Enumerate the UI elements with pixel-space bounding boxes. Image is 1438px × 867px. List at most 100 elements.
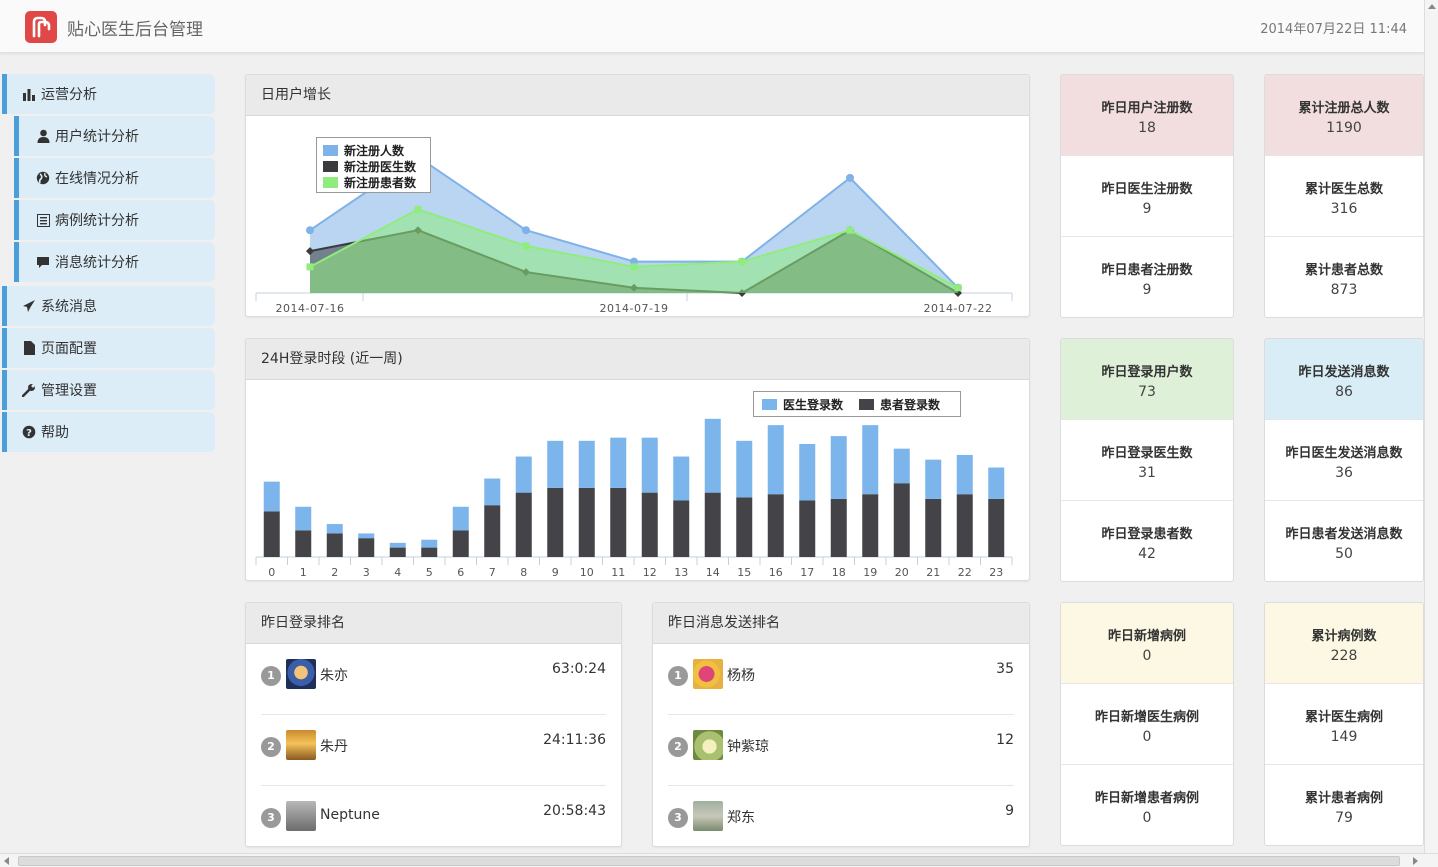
- sidebar-item-operations-analysis[interactable]: 运营分析: [2, 74, 215, 114]
- sidebar-item-page-config[interactable]: 页面配置: [2, 328, 215, 368]
- vertical-scrollbar[interactable]: [1424, 0, 1438, 853]
- sidebar-item-label: 在线情况分析: [55, 171, 139, 187]
- sidebar-item-label: 病例统计分析: [55, 213, 139, 229]
- legend-item[interactable]: 新注册人数: [323, 142, 424, 158]
- stat-card: 昨日发送消息数 86: [1265, 339, 1423, 420]
- stat-value: 36: [1335, 465, 1353, 481]
- stat-card: 昨日患者发送消息数 50: [1265, 501, 1423, 581]
- stat-card: 累计注册总人数 1190: [1265, 75, 1423, 156]
- legend-item[interactable]: 新注册患者数: [323, 174, 424, 190]
- stat-label: 累计患者病例: [1304, 791, 1383, 806]
- rank-name: 杨杨: [727, 668, 755, 684]
- rank-name: Neptune: [320, 807, 380, 823]
- x-tick-label: 6: [457, 566, 464, 579]
- rank-badge: 1: [261, 666, 281, 686]
- sidebar-item-admin-settings[interactable]: 管理设置: [2, 370, 215, 410]
- stat-label: 昨日患者发送消息数: [1285, 527, 1403, 542]
- x-tick-label: 11: [611, 566, 625, 579]
- stat-label: 累计患者总数: [1304, 263, 1383, 278]
- list-icon: [35, 212, 51, 228]
- sidebar-item-system-messages[interactable]: 系统消息: [2, 286, 215, 326]
- legend-item[interactable]: 医生登录数: [762, 396, 843, 412]
- x-tick-label: 15: [737, 566, 751, 579]
- app-title: 贴心医生后台管理: [67, 20, 203, 40]
- bar-patient-logins: [956, 494, 973, 557]
- bar-doctor-logins: [893, 448, 910, 484]
- sidebar-item-online-stats[interactable]: 在线情况分析: [14, 158, 215, 198]
- x-tick-label: 13: [674, 566, 688, 579]
- bar-doctor-logins: [767, 425, 784, 495]
- rank-row[interactable]: 1 朱亦 63:0:24: [261, 644, 606, 715]
- app-logo-icon[interactable]: [25, 11, 57, 43]
- stat-value: 873: [1330, 282, 1358, 298]
- stat-card: 昨日登录患者数 42: [1061, 501, 1233, 581]
- stat-label: 昨日医生发送消息数: [1285, 446, 1403, 461]
- globe-icon: [35, 170, 51, 186]
- x-tick-label: 1: [300, 566, 307, 579]
- stat-value: 316: [1330, 201, 1358, 217]
- send-icon: [21, 298, 37, 314]
- case-stats-total: 累计病例数 228 累计医生病例 149 累计患者病例 79: [1264, 602, 1424, 846]
- legend-swatch: [762, 398, 777, 410]
- stat-card: 累计患者总数 873: [1265, 237, 1423, 317]
- stat-label: 累计医生总数: [1304, 182, 1383, 197]
- sidebar-item-label: 系统消息: [41, 299, 97, 315]
- data-point: [306, 226, 314, 235]
- rank-row[interactable]: 1 杨杨 35: [668, 644, 1014, 715]
- panel-title: 昨日登录排名: [246, 603, 621, 644]
- horizontal-scrollbar[interactable]: [0, 853, 1438, 867]
- rank-value: 9: [1005, 803, 1014, 819]
- x-tick-label: 21: [926, 566, 940, 579]
- bar-patient-logins: [295, 530, 312, 557]
- bar-doctor-logins: [484, 478, 501, 506]
- rank-row[interactable]: 2 朱丹 24:11:36: [261, 715, 606, 786]
- bar-doctor-logins: [263, 481, 280, 512]
- scroll-thumb[interactable]: [18, 856, 1400, 866]
- scroll-right-arrow-icon[interactable]: [1413, 857, 1418, 865]
- bar-doctor-logins: [389, 542, 406, 548]
- scroll-up-arrow-icon[interactable]: [1428, 4, 1436, 9]
- legend-item[interactable]: 患者登录数: [859, 396, 940, 412]
- current-datetime: 2014年07月22日 11:44: [1260, 22, 1407, 37]
- stat-label: 累计注册总人数: [1298, 101, 1390, 116]
- avatar: [693, 730, 723, 760]
- legend-item[interactable]: 新注册医生数: [323, 158, 424, 174]
- stat-card: 昨日医生注册数 9: [1061, 156, 1233, 237]
- rank-name: 朱亦: [320, 668, 348, 684]
- stat-label: 累计病例数: [1311, 629, 1377, 644]
- legend-swatch: [323, 176, 338, 188]
- sidebar-item-user-stats[interactable]: 用户统计分析: [14, 116, 215, 156]
- bar-patient-logins: [610, 487, 627, 557]
- bar-patient-logins: [389, 547, 406, 557]
- sidebar-item-message-stats[interactable]: 消息统计分析: [14, 242, 215, 282]
- bar-doctor-logins: [988, 467, 1005, 499]
- data-point: [846, 226, 854, 234]
- stat-value: 18: [1138, 120, 1156, 136]
- rank-row[interactable]: 2 钟紫琼 12: [668, 715, 1014, 786]
- stat-card: 昨日登录用户数 73: [1061, 339, 1233, 420]
- avatar: [693, 801, 723, 831]
- bar-doctor-logins: [673, 456, 690, 501]
- x-tick-label: 2014-07-16: [276, 302, 345, 315]
- rank-name: 钟紫琼: [727, 739, 769, 755]
- sidebar-item-help[interactable]: ? 帮助: [2, 412, 215, 452]
- rank-badge: 3: [668, 808, 688, 828]
- legend-swatch: [859, 398, 875, 410]
- rank-value: 12: [996, 732, 1014, 748]
- bar-doctor-logins: [295, 506, 312, 531]
- bar-doctor-logins: [862, 425, 879, 495]
- legend-label: 新注册医生数: [344, 159, 417, 174]
- registration-stats-total: 累计注册总人数 1190 累计医生总数 316 累计患者总数 873: [1264, 74, 1424, 318]
- file-icon: [21, 340, 37, 356]
- x-tick-label: 12: [643, 566, 657, 579]
- rank-badge: 2: [261, 737, 281, 757]
- bar-patient-logins: [893, 483, 910, 557]
- rank-row[interactable]: 3 Neptune 20:58:43: [261, 786, 606, 846]
- bar-doctor-logins: [736, 440, 753, 498]
- rank-row[interactable]: 3 郑东 9: [668, 786, 1014, 846]
- sidebar-item-case-stats[interactable]: 病例统计分析: [14, 200, 215, 240]
- message-stats-yesterday: 昨日发送消息数 86 昨日医生发送消息数 36 昨日患者发送消息数 50: [1264, 338, 1424, 582]
- bar-patient-logins: [326, 533, 343, 557]
- scroll-left-arrow-icon[interactable]: [4, 857, 9, 865]
- stat-value: 79: [1335, 810, 1353, 826]
